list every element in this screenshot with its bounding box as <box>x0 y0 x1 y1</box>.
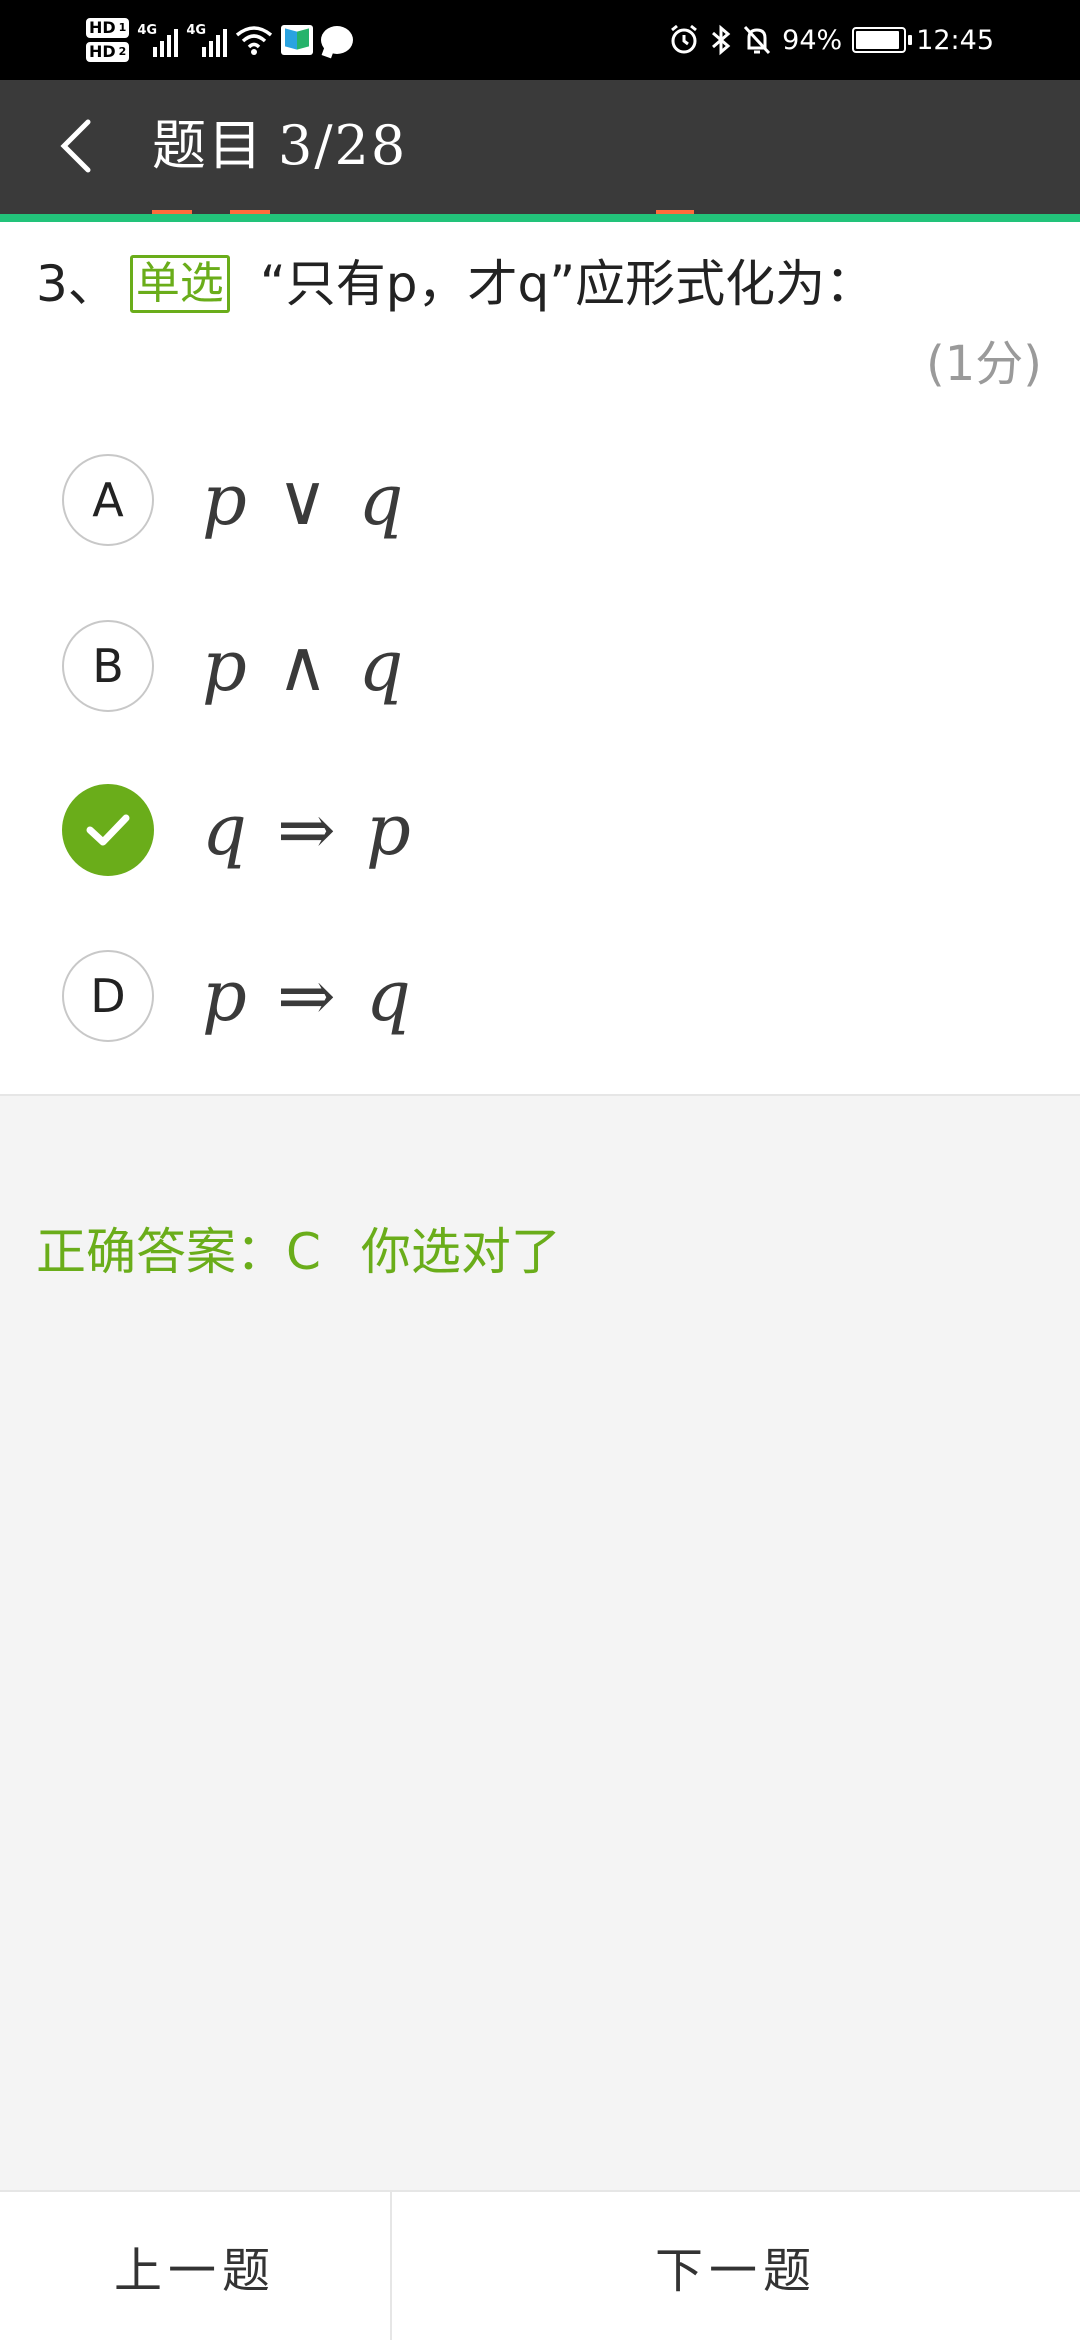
question-stem: 3、 单选 “只有p，才q”应形式化为： <box>36 252 875 316</box>
option-b-formula: p ∧ q <box>202 625 408 707</box>
sim2-hd-icon: HD 2 <box>86 42 130 62</box>
question-number: 3、 <box>36 255 118 313</box>
page-title: 题目 3/28 <box>152 114 407 178</box>
option-b[interactable]: B p ∧ q <box>62 618 962 714</box>
question-card: 3、 单选 “只有p，才q”应形式化为： (1分) A p ∨ q B p ∧ … <box>0 222 1080 1096</box>
status-right: 94% 12:45 <box>668 14 994 66</box>
back-arrow-icon <box>60 119 91 173</box>
answer-feedback: 正确答案：C 你选对了 <box>36 1212 561 1284</box>
sim1-hd-icon: HD 1 <box>86 18 130 38</box>
option-b-radio[interactable]: B <box>62 620 154 712</box>
option-d-radio[interactable]: D <box>62 950 154 1042</box>
battery-percent: 94% <box>782 24 843 56</box>
question-type-tag: 单选 <box>129 255 230 313</box>
correct-answer-label: 正确答案：C <box>36 1223 321 1281</box>
question-text: “只有p，才q”应形式化为： <box>259 255 876 313</box>
previous-question-button[interactable]: 上一题 <box>0 2192 392 2340</box>
option-a[interactable]: A p ∨ q <box>62 452 962 548</box>
answer-result: 你选对了 <box>360 1223 561 1281</box>
status-bar: HD 1 HD 2 4G 4G 94% 12:45 <box>0 0 1080 80</box>
sim-indicators: HD 1 HD 2 <box>86 18 130 62</box>
option-a-radio[interactable]: A <box>62 454 154 546</box>
signal-2-icon: 4G <box>186 23 228 57</box>
option-d[interactable]: D p ⇒ q <box>62 948 962 1044</box>
option-c-radio-selected[interactable] <box>62 784 154 876</box>
checkmark-icon <box>86 814 130 846</box>
app-header: 题目 3/28 <box>0 80 1080 216</box>
bottom-nav: 上一题 下一题 <box>0 2190 1080 2340</box>
battery-level <box>856 31 900 49</box>
battery-icon <box>852 27 913 53</box>
question-score: (1分) <box>926 336 1042 392</box>
option-d-formula: p ⇒ q <box>202 955 415 1037</box>
mute-bell-icon <box>744 25 771 55</box>
option-a-formula: p ∨ q <box>202 459 408 541</box>
option-c-formula: q ⇒ p <box>202 789 415 871</box>
bluetooth-icon <box>712 24 731 56</box>
app-notification-icon <box>281 25 314 55</box>
wifi-icon <box>236 26 273 55</box>
progress-line <box>0 214 1080 222</box>
back-button[interactable] <box>46 106 106 186</box>
signal-1-icon: 4G <box>137 23 179 57</box>
option-c[interactable]: q ⇒ p <box>62 782 962 878</box>
status-left: HD 1 HD 2 4G 4G <box>86 12 354 68</box>
question-progress: 3/28 <box>278 114 408 177</box>
page-title-label: 题目 <box>152 114 264 177</box>
alarm-icon <box>671 24 698 54</box>
clock: 12:45 <box>916 24 994 56</box>
next-question-button[interactable]: 下一题 <box>392 2192 1080 2340</box>
message-notification-icon <box>321 26 354 54</box>
